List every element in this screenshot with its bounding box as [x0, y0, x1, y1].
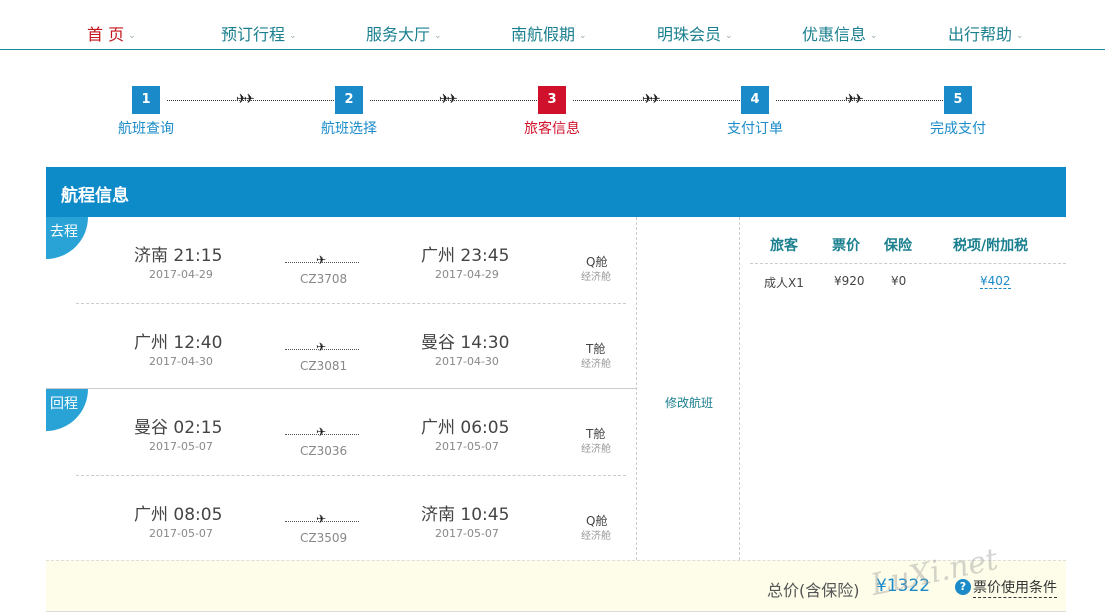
step-number: 1	[132, 86, 160, 114]
departure: 广州 08:05	[134, 505, 223, 525]
tax-value-link[interactable]: ¥402	[980, 274, 1011, 289]
step-passenger-info: 3 旅客信息	[512, 86, 592, 138]
arrival: 广州 23:45	[421, 246, 510, 266]
step-label: 航班选择	[321, 121, 377, 137]
flight-row: 曼谷 02:15 2017-05-07 ✈ CZ3036 广州 06:05 20…	[76, 389, 626, 475]
step-label: 航班查询	[118, 121, 174, 137]
nav-item-booking[interactable]: 预订行程 ⌄	[221, 21, 297, 45]
nav-item-service[interactable]: 服务大厅 ⌄	[366, 21, 442, 45]
chevron-down-icon: ⌄	[579, 31, 587, 41]
step-label: 完成支付	[930, 121, 986, 137]
nav-item-promotions[interactable]: 优惠信息 ⌄	[802, 21, 878, 45]
chevron-down-icon: ⌄	[289, 31, 297, 41]
card-header: 航程信息	[46, 167, 1066, 217]
chevron-down-icon: ⌄	[870, 31, 878, 41]
departure-date: 2017-05-07	[149, 440, 213, 453]
col-tax: 税项/附加税	[953, 238, 1029, 254]
col-passenger: 旅客	[770, 238, 798, 254]
nav-item-label: 预订行程	[221, 25, 286, 44]
flight-row: 广州 08:05 2017-05-07 ✈ CZ3509 济南 10:45 20…	[76, 475, 626, 561]
cabin-class: 经济舱	[581, 444, 611, 455]
chevron-down-icon: ⌄	[434, 31, 442, 41]
plane-icon: ✈	[316, 512, 327, 526]
price-table-header: 旅客 票价 保险 税项/附加税	[750, 217, 1066, 264]
step-number: 2	[335, 86, 363, 114]
arrival-date: 2017-04-29	[435, 268, 499, 281]
card-title: 航程信息	[61, 186, 129, 206]
nav-item-label: 优惠信息	[802, 25, 867, 44]
total-label: 总价(含保险)	[767, 581, 860, 600]
departure: 广州 12:40	[134, 333, 223, 353]
cabin-class: 经济舱	[581, 359, 611, 370]
plane-icon: ✈✈	[845, 92, 864, 107]
help-icon[interactable]: ?	[955, 579, 971, 595]
table-row: 成人X1 ¥920 ¥0 ¥402	[750, 264, 1066, 311]
step-payment: 4 支付订单	[715, 86, 795, 138]
insurance-value: ¥0	[891, 274, 907, 288]
flight-number: CZ3036	[300, 444, 348, 458]
passenger-type: 成人X1	[764, 276, 804, 290]
flight-number: CZ3081	[300, 359, 348, 373]
plane-icon: ✈	[316, 340, 327, 354]
cabin-class: 经济舱	[581, 531, 611, 542]
col-fare: 票价	[832, 238, 860, 254]
itinerary-card: 航程信息 去程 济南 21:15 2017-04-29 ✈ CZ3708 广州 …	[46, 167, 1066, 612]
cabin-class: 经济舱	[581, 272, 611, 283]
modify-column: 修改航班	[636, 217, 740, 560]
flight-number: CZ3708	[300, 272, 348, 286]
nav-item-home[interactable]: 首 页 ⌄	[87, 21, 136, 45]
plane-icon: ✈	[316, 253, 327, 267]
total-bar: 总价(含保险) ¥1322 ? 票价使用条件	[46, 560, 1066, 612]
step-complete: 5 完成支付	[918, 86, 998, 138]
nav-item-label: 首 页	[87, 25, 125, 44]
arrival: 广州 06:05	[421, 418, 510, 438]
arrival: 济南 10:45	[421, 505, 510, 525]
plane-icon: ✈✈	[439, 92, 458, 107]
departure-date: 2017-05-07	[149, 527, 213, 540]
arrival: 曼谷 14:30	[421, 333, 510, 353]
segment-outbound: 去程 济南 21:15 2017-04-29 ✈ CZ3708 广州 23:45…	[46, 217, 636, 388]
flight-segments: 去程 济南 21:15 2017-04-29 ✈ CZ3708 广州 23:45…	[46, 217, 636, 560]
nav-item-label: 南航假期	[511, 25, 576, 44]
plane-icon: ✈✈	[236, 92, 255, 107]
plane-icon: ✈✈	[642, 92, 661, 107]
chevron-down-icon: ⌄	[725, 31, 733, 41]
flight-number: CZ3509	[300, 531, 348, 545]
step-number: 4	[741, 86, 769, 114]
nav-item-membership[interactable]: 明珠会员 ⌄	[657, 21, 733, 45]
plane-icon: ✈	[316, 425, 327, 439]
step-number: 3	[538, 86, 566, 114]
booking-steps: 1 航班查询 ✈✈ 2 航班选择 ✈✈ 3 旅客信息 ✈✈ 4 支付订单 ✈✈ 5 完成支…	[0, 80, 1105, 150]
total-price: ¥1322	[876, 576, 931, 596]
departure: 曼谷 02:15	[134, 418, 223, 438]
price-table: 旅客 票价 保险 税项/附加税 成人X1 ¥920 ¥0 ¥402	[750, 217, 1066, 311]
arrival-date: 2017-05-07	[435, 527, 499, 540]
arrival-date: 2017-05-07	[435, 440, 499, 453]
price-column: 旅客 票价 保险 税项/附加税 成人X1 ¥920 ¥0 ¥402	[740, 217, 1066, 560]
chevron-down-icon: ⌄	[1016, 31, 1024, 41]
departure-date: 2017-04-29	[149, 268, 213, 281]
departure-date: 2017-04-30	[149, 355, 213, 368]
arrival-date: 2017-04-30	[435, 355, 499, 368]
col-insurance: 保险	[884, 238, 912, 254]
step-label: 旅客信息	[524, 121, 580, 137]
fare-value: ¥920	[834, 274, 865, 288]
step-label: 支付订单	[727, 121, 783, 137]
fare-terms-link[interactable]: 票价使用条件	[973, 577, 1057, 598]
chevron-down-icon: ⌄	[128, 31, 136, 41]
step-flight-search: 1 航班查询	[106, 86, 186, 138]
nav-item-label: 服务大厅	[366, 25, 431, 44]
modify-flight-link[interactable]: 修改航班	[637, 394, 741, 411]
flight-row: 广州 12:40 2017-04-30 ✈ CZ3081 曼谷 14:30 20…	[76, 303, 626, 389]
segment-return: 回程 曼谷 02:15 2017-05-07 ✈ CZ3036 广州 06:05…	[46, 388, 636, 559]
departure: 济南 21:15	[134, 246, 223, 266]
step-number: 5	[944, 86, 972, 114]
step-flight-select: 2 航班选择	[309, 86, 389, 138]
nav-item-help[interactable]: 出行帮助 ⌄	[948, 21, 1024, 45]
nav-item-label: 出行帮助	[948, 25, 1013, 44]
nav-item-label: 明珠会员	[657, 25, 722, 44]
nav-item-holidays[interactable]: 南航假期 ⌄	[511, 21, 587, 45]
flight-row: 济南 21:15 2017-04-29 ✈ CZ3708 广州 23:45 20…	[76, 217, 626, 303]
top-nav: 首 页 ⌄ 预订行程 ⌄ 服务大厅 ⌄ 南航假期 ⌄ 明珠会员 ⌄ 优惠信息 ⌄ 出行帮助 ⌄	[0, 0, 1105, 50]
